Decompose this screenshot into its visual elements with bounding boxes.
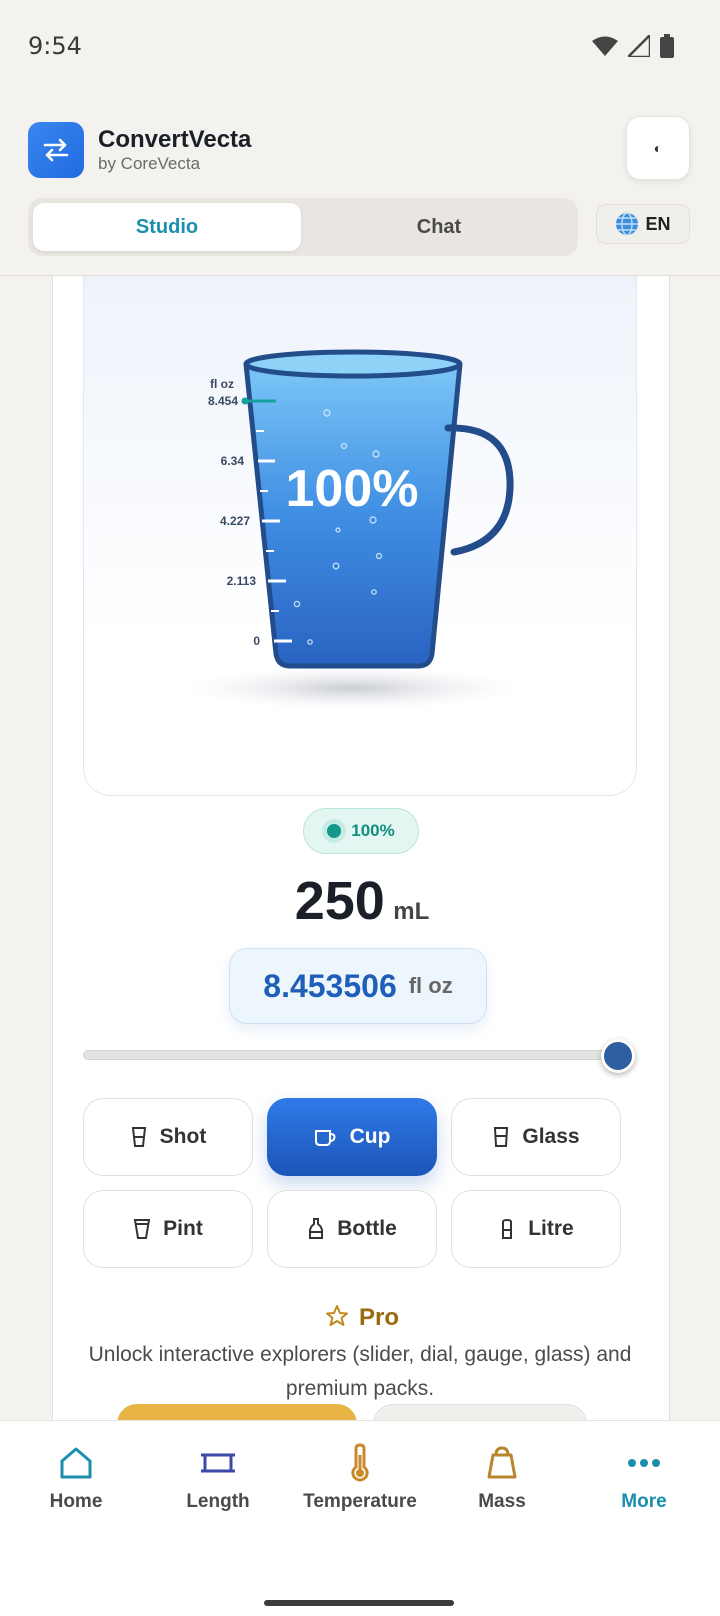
- pro-heading: Pro: [53, 1304, 671, 1332]
- glass-visualizer[interactable]: fl oz 8.454 6.34 4.227 2.113 0 100%: [83, 276, 637, 796]
- weight-icon: [487, 1446, 517, 1479]
- nav-temperature[interactable]: Temperature: [290, 1443, 430, 1513]
- preset-label: Shot: [159, 1125, 207, 1148]
- preset-label: Cup: [349, 1125, 391, 1148]
- preset-label: Pint: [163, 1217, 203, 1240]
- converter-card: fl oz 8.454 6.34 4.227 2.113 0 100% 100%…: [52, 276, 670, 1476]
- primary-unit: mL: [393, 898, 430, 925]
- primary-reading: 250 mL: [53, 870, 671, 932]
- litre-icon: [502, 1218, 513, 1239]
- swap-icon: [43, 138, 69, 162]
- glass-shadow: [182, 666, 522, 710]
- glass-percent-label: 100%: [286, 460, 419, 518]
- tick-label: 2.113: [227, 574, 257, 588]
- wifi-icon: [592, 36, 618, 56]
- nav-label: Home: [49, 1491, 103, 1512]
- app-subtitle: by CoreVecta: [98, 154, 201, 173]
- bottom-navigation: Home Length Temperature Mass More: [0, 1420, 720, 1616]
- ruler-icon: [201, 1453, 235, 1473]
- bottle-icon: [309, 1218, 324, 1239]
- nav-label: More: [621, 1491, 667, 1512]
- preset-pint-button[interactable]: Pint: [83, 1190, 253, 1268]
- nav-more[interactable]: More: [574, 1443, 714, 1513]
- nav-mass[interactable]: Mass: [432, 1443, 572, 1513]
- glass-rim: [243, 349, 463, 379]
- app-logo: [28, 122, 84, 178]
- nav-length[interactable]: Length: [148, 1443, 288, 1513]
- slider-fill: [84, 1051, 618, 1059]
- nav-label: Length: [186, 1491, 250, 1512]
- globe-icon: [616, 212, 639, 236]
- tab-studio[interactable]: Studio: [33, 203, 301, 251]
- nav-label: Mass: [478, 1491, 526, 1512]
- thermometer-icon: [351, 1443, 369, 1482]
- status-time: 9:54: [28, 32, 82, 60]
- shot-glass-icon: [131, 1127, 146, 1147]
- signal-icon: [628, 35, 650, 57]
- app-title: ConvertVecta: [98, 126, 252, 153]
- preset-label: Litre: [528, 1217, 574, 1240]
- tab-chat[interactable]: Chat: [305, 203, 573, 251]
- scale-unit-label: fl oz: [210, 377, 234, 391]
- converted-reading: 8.453506 fl oz: [229, 948, 487, 1024]
- preset-glass-button[interactable]: Glass: [451, 1098, 621, 1176]
- preset-litre-button[interactable]: Litre: [451, 1190, 621, 1268]
- language-label: EN: [645, 213, 671, 234]
- preset-label: Glass: [522, 1125, 580, 1148]
- battery-icon: [660, 34, 674, 58]
- star-icon: [325, 1305, 348, 1326]
- preset-cup-button[interactable]: Cup: [267, 1098, 437, 1176]
- language-button[interactable]: EN: [596, 204, 690, 244]
- glass-handle: [444, 424, 514, 556]
- converted-unit: fl oz: [408, 973, 453, 998]
- pro-description: Unlock interactive explorers (slider, di…: [88, 1343, 632, 1400]
- pint-icon: [133, 1219, 151, 1239]
- tick-label: 6.34: [221, 454, 245, 468]
- half-circle-icon: ◐: [653, 140, 663, 156]
- status-bar: 9:54: [0, 0, 720, 100]
- tick-label: 0: [253, 634, 260, 648]
- primary-value: 250: [294, 871, 385, 931]
- mode-tabs: Studio Chat: [28, 198, 578, 256]
- volume-slider[interactable]: [83, 1039, 635, 1073]
- slider-thumb[interactable]: [601, 1039, 635, 1073]
- status-icons: [592, 34, 674, 58]
- glass-illustration: fl oz 8.454 6.34 4.227 2.113 0 100%: [182, 349, 522, 710]
- home-icon: [60, 1447, 92, 1479]
- fill-percent-badge: 100%: [303, 808, 419, 854]
- home-indicator[interactable]: [264, 1600, 454, 1606]
- converted-value: 8.453506: [263, 967, 397, 1004]
- pro-title-text: Pro: [358, 1304, 399, 1331]
- nav-label: Temperature: [303, 1491, 417, 1512]
- more-icon: [628, 1459, 660, 1467]
- preset-bottle-button[interactable]: Bottle: [267, 1190, 437, 1268]
- tick-label: 4.227: [220, 514, 250, 528]
- nav-home[interactable]: Home: [6, 1443, 146, 1513]
- cup-icon: [314, 1130, 336, 1146]
- fill-percent-text: 100%: [351, 821, 395, 840]
- glass-icon: [494, 1127, 509, 1147]
- app-header: ConvertVecta by CoreVecta ◐ Studio Chat …: [0, 100, 720, 276]
- preset-shot-button[interactable]: Shot: [83, 1098, 253, 1176]
- status-dot-icon: [327, 824, 342, 838]
- theme-toggle-button[interactable]: ◐: [626, 116, 690, 180]
- tick-label: 8.454: [208, 394, 238, 408]
- preset-label: Bottle: [337, 1217, 397, 1240]
